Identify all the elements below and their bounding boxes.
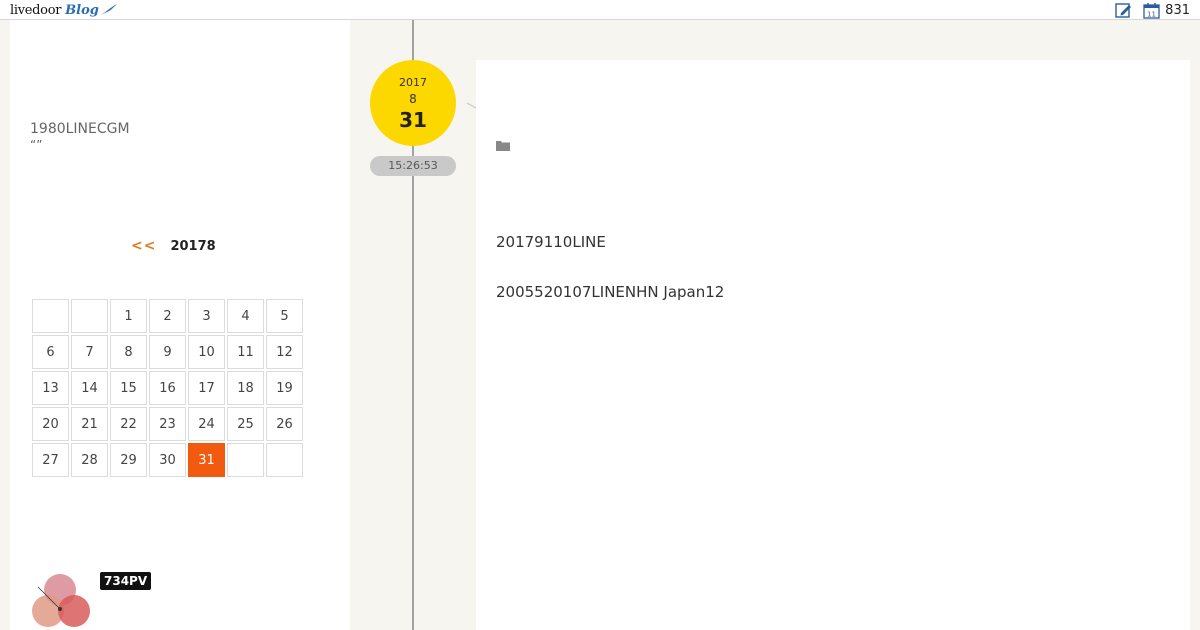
calendar-month-label: 20178 bbox=[170, 238, 216, 254]
calendar-day-31[interactable]: 31 bbox=[188, 443, 225, 477]
calendar-day-1[interactable]: 1 bbox=[110, 299, 147, 333]
calendar-day-27[interactable]: 27 bbox=[32, 443, 69, 477]
calendar-day-2[interactable]: 2 bbox=[149, 299, 186, 333]
calendar-day-5[interactable]: 5 bbox=[266, 299, 303, 333]
calendar-day-17[interactable]: 17 bbox=[188, 371, 225, 405]
calendar-day-8[interactable]: 8 bbox=[110, 335, 147, 369]
calendar-day-22[interactable]: 22 bbox=[110, 407, 147, 441]
livedoor-blog-logo[interactable]: livedoor Blog bbox=[10, 1, 118, 19]
calendar-week-row: 6 7 8 9 10 11 12 bbox=[32, 335, 303, 369]
calendar-day-18[interactable]: 18 bbox=[227, 371, 264, 405]
calendar-empty-cell bbox=[32, 299, 69, 333]
svg-text:11: 11 bbox=[1147, 10, 1156, 18]
calendar-day-19[interactable]: 19 bbox=[266, 371, 303, 405]
calendar-day-11[interactable]: 11 bbox=[227, 335, 264, 369]
calendar-day-14[interactable]: 14 bbox=[71, 371, 108, 405]
top-bar: livedoor Blog 11 831 bbox=[0, 0, 1200, 20]
calendar-day-25[interactable]: 25 bbox=[227, 407, 264, 441]
post-month: 8 bbox=[409, 92, 417, 106]
blog-description: “” bbox=[30, 138, 43, 152]
post-date-circle: 2017 8 31 bbox=[370, 60, 456, 146]
calendar-day-16[interactable]: 16 bbox=[149, 371, 186, 405]
calendar-day-26[interactable]: 26 bbox=[266, 407, 303, 441]
calendar-day-30[interactable]: 30 bbox=[149, 443, 186, 477]
pv-count: 831 bbox=[1165, 2, 1190, 18]
calendar-icon[interactable]: 11 bbox=[1142, 1, 1160, 19]
calendar-day-3[interactable]: 3 bbox=[188, 299, 225, 333]
calendar-day-29[interactable]: 29 bbox=[110, 443, 147, 477]
calendar-day-24[interactable]: 24 bbox=[188, 407, 225, 441]
calendar-day-12[interactable]: 12 bbox=[266, 335, 303, 369]
calendar-day-23[interactable]: 23 bbox=[149, 407, 186, 441]
venn-diagram-image bbox=[30, 573, 90, 630]
calendar-week-row: 13 14 15 16 17 18 19 bbox=[32, 371, 303, 405]
calendar-day-7[interactable]: 7 bbox=[71, 335, 108, 369]
calendar-day-6[interactable]: 6 bbox=[32, 335, 69, 369]
calendar-empty-cell bbox=[266, 443, 303, 477]
ranking-thumbnail[interactable] bbox=[30, 573, 90, 630]
calendar-day-9[interactable]: 9 bbox=[149, 335, 186, 369]
post-time: 15:26:53 bbox=[370, 156, 456, 176]
edit-icon[interactable] bbox=[1114, 1, 1132, 19]
calendar-week-row: 27 28 29 30 31 bbox=[32, 443, 303, 477]
calendar-day-13[interactable]: 13 bbox=[32, 371, 69, 405]
blog-title[interactable]: 1980LINECGM bbox=[30, 121, 130, 137]
calendar-empty-cell bbox=[71, 299, 108, 333]
post-year: 2017 bbox=[399, 76, 427, 89]
post-paragraph: 20179110LINE bbox=[496, 233, 606, 251]
sidebar: 1980LINECGM “” << 20178 1 2 3 4 5 6 7 8 9 10 11 12 1… bbox=[10, 20, 350, 630]
calendar-grid: 1 2 3 4 5 6 7 8 9 10 11 12 13 14 15 16 17 18 19 20 21 22 23 24 2… bbox=[30, 297, 305, 479]
calendar-day-10[interactable]: 10 bbox=[188, 335, 225, 369]
calendar-day-28[interactable]: 28 bbox=[71, 443, 108, 477]
timeline-connector bbox=[466, 102, 477, 109]
folder-icon[interactable] bbox=[496, 136, 510, 155]
calendar-week-row: 12345 bbox=[32, 299, 303, 333]
calendar-day-15[interactable]: 15 bbox=[110, 371, 147, 405]
logo-blog-text: Blog bbox=[65, 2, 99, 18]
logo-text: livedoor bbox=[10, 2, 62, 18]
pv-badge: 734PV bbox=[100, 572, 152, 590]
calendar-empty-cell bbox=[227, 443, 264, 477]
calendar-nav: << 20178 bbox=[131, 238, 216, 254]
calendar-week-row: 20 21 22 23 24 25 26 bbox=[32, 407, 303, 441]
top-right-tools: 11 831 bbox=[1114, 1, 1190, 19]
calendar-day-21[interactable]: 21 bbox=[71, 407, 108, 441]
calendar-day-4[interactable]: 4 bbox=[227, 299, 264, 333]
calendar-prev-link[interactable]: << bbox=[131, 238, 156, 254]
post-day: 31 bbox=[399, 108, 427, 132]
post-article: 20179110LINE 2005520107LINENHN Japan12 bbox=[466, 60, 1190, 630]
post-paragraph: 2005520107LINENHN Japan12 bbox=[496, 283, 725, 301]
bird-icon bbox=[100, 4, 117, 15]
calendar-day-20[interactable]: 20 bbox=[32, 407, 69, 441]
